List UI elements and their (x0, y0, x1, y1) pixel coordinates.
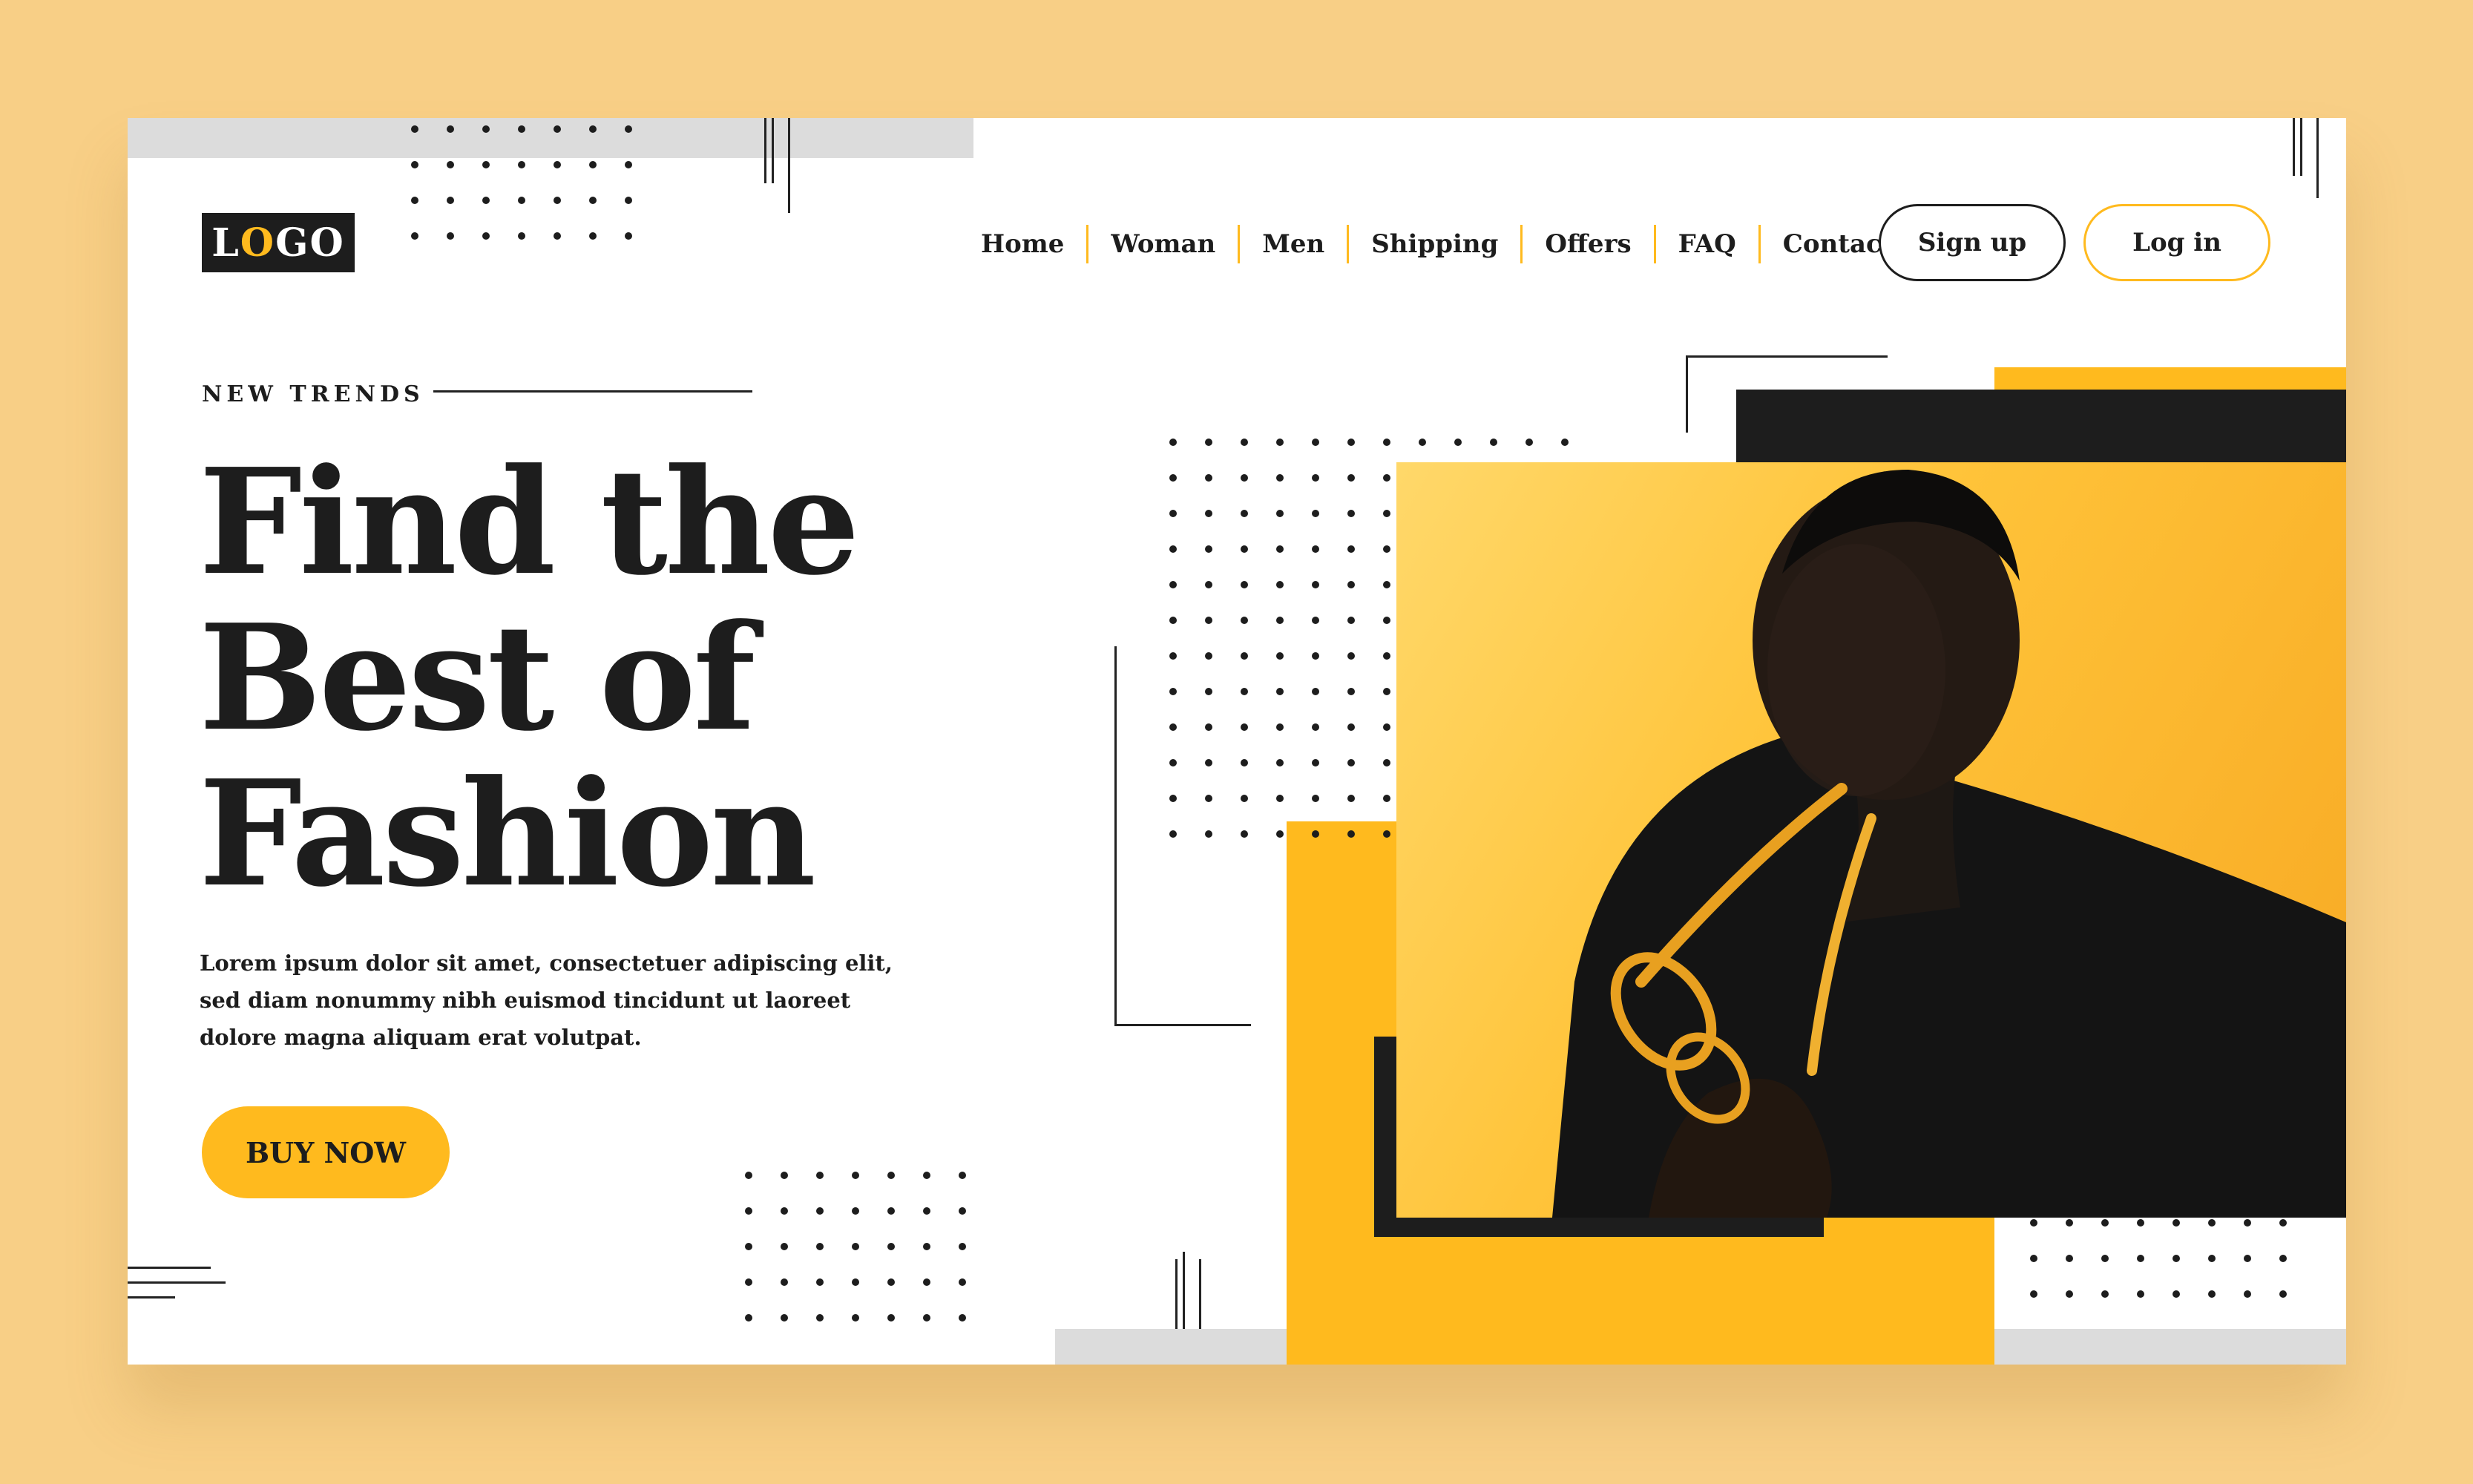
logo[interactable]: L O GO (202, 213, 355, 272)
decor-line (772, 118, 774, 183)
decor-line (764, 118, 766, 183)
decor-dark-block-top (1736, 390, 2346, 462)
decor-line (1114, 1024, 1251, 1026)
login-button[interactable]: Log in (2083, 204, 2270, 281)
decor-line (128, 1267, 211, 1269)
hero-description-line: dolore magna aliquam erat volutpat. (200, 1025, 642, 1050)
decor-dot-grid (745, 1172, 966, 1322)
decor-dot-grid (411, 125, 632, 240)
hero-description-line: sed diam nonummy nibh euismod tincidunt … (200, 988, 851, 1013)
hero-photo-illustration (1552, 470, 2346, 1218)
hero-description-line: Lorem ipsum dolor sit amet, consectetuer… (200, 951, 893, 976)
decor-line (788, 118, 790, 213)
hero-photo (1396, 462, 2346, 1218)
nav-item-woman[interactable]: Woman (1088, 229, 1238, 259)
hero-headline: Find the Best of Fashion (199, 444, 1015, 912)
decor-line (1114, 646, 1117, 1026)
nav-item-men[interactable]: Men (1240, 229, 1347, 259)
buy-now-button[interactable]: BUY NOW (202, 1106, 450, 1198)
decor-line (1686, 355, 1688, 433)
nav-item-offers[interactable]: Offers (1523, 229, 1653, 259)
nav-item-faq[interactable]: FAQ (1656, 229, 1758, 259)
landing-page-card: L O GO Home Woman Men Shipping Offers FAQ … (128, 118, 2346, 1365)
hero-description: Lorem ipsum dolor sit amet, consectetuer… (200, 945, 942, 1056)
decor-line (1686, 355, 1888, 358)
eyebrow-divider (433, 390, 752, 393)
decor-line (2316, 118, 2319, 198)
decor-dot-grid (1419, 439, 1569, 446)
hero-headline-line: Fashion (199, 749, 816, 919)
nav-item-home[interactable]: Home (959, 229, 1086, 259)
decor-line (2300, 118, 2302, 176)
signup-button[interactable]: Sign up (1879, 204, 2066, 281)
hero-headline-line: Best of (199, 593, 756, 764)
eyebrow-text: NEW TRENDS (202, 381, 424, 407)
logo-text-go: GO (275, 220, 345, 266)
decor-grey-bar-bottom (1994, 1329, 2346, 1365)
main-nav: Home Woman Men Shipping Offers FAQ Conta… (959, 222, 1915, 266)
decor-line (2293, 118, 2295, 176)
decor-dot-grid (1169, 439, 1390, 838)
nav-item-shipping[interactable]: Shipping (1349, 229, 1520, 259)
hero-headline-line: Find the (199, 437, 860, 608)
logo-text-o: O (240, 220, 276, 266)
decor-dot-grid (2030, 1219, 2287, 1298)
decor-grey-bar-bottom (1055, 1329, 1293, 1365)
decor-line (128, 1281, 226, 1284)
logo-text-l: L (211, 220, 240, 266)
decor-line (128, 1296, 175, 1298)
